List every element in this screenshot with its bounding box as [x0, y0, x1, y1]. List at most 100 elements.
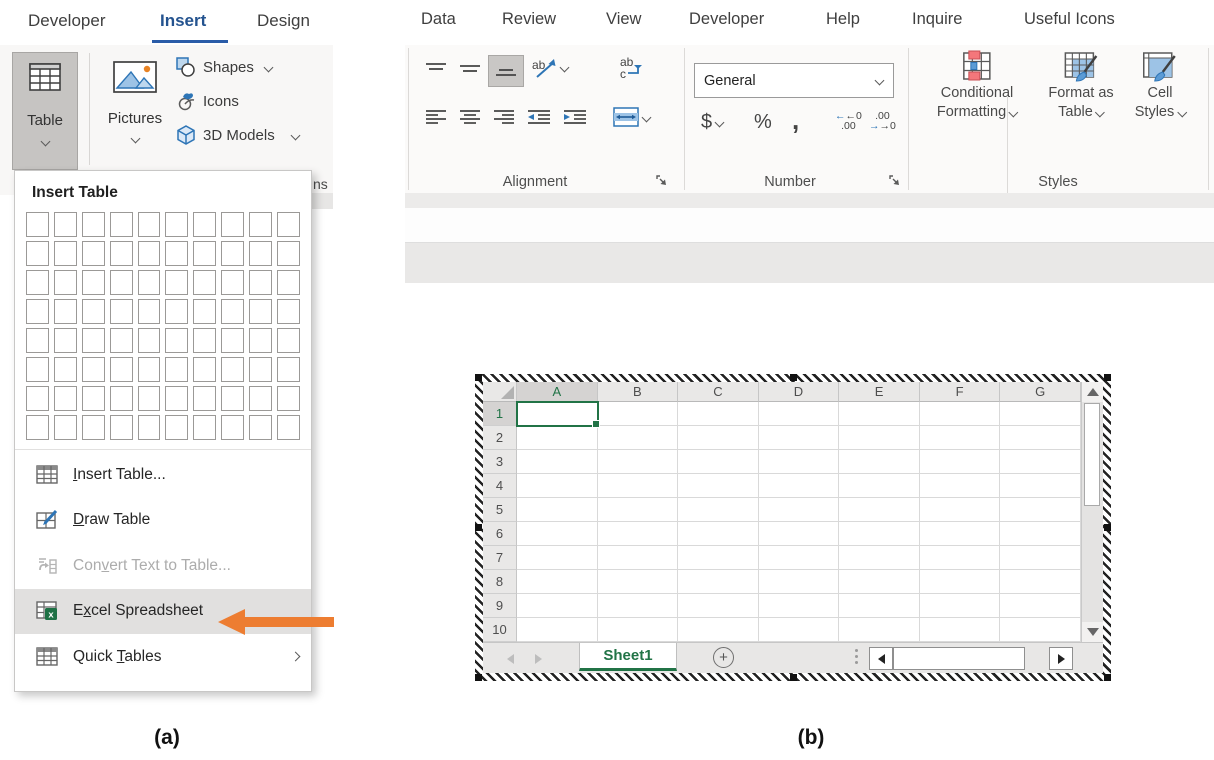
cell-A3[interactable] — [517, 450, 598, 474]
cell-G3[interactable] — [1000, 450, 1081, 474]
tab-developer-word[interactable]: Developer — [28, 11, 106, 31]
row-header-5[interactable]: 5 — [483, 498, 517, 522]
column-header-F[interactable]: F — [920, 382, 1001, 402]
table-size-cell[interactable] — [26, 328, 49, 353]
table-size-cell[interactable] — [249, 328, 272, 353]
table-size-cell[interactable] — [165, 212, 188, 237]
conditional-formatting-button[interactable]: Conditional Formatting — [937, 50, 1017, 122]
cell-E3[interactable] — [839, 450, 920, 474]
cell-F5[interactable] — [920, 498, 1001, 522]
shapes-button[interactable]: Shapes — [176, 57, 272, 77]
cell-B8[interactable] — [598, 570, 679, 594]
cell-G9[interactable] — [1000, 594, 1081, 618]
row-header-2[interactable]: 2 — [483, 426, 517, 450]
cell-D10[interactable] — [759, 618, 840, 642]
align-right-button[interactable] — [492, 109, 516, 125]
comma-format-button[interactable]: , — [792, 105, 799, 136]
table-size-cell[interactable] — [110, 241, 133, 266]
cell-A9[interactable] — [517, 594, 598, 618]
cell-G2[interactable] — [1000, 426, 1081, 450]
horizontal-scroll-thumb[interactable] — [893, 647, 1025, 670]
table-size-cell[interactable] — [54, 299, 77, 324]
sheet-tab-sheet1[interactable]: Sheet1 — [579, 643, 677, 671]
vertical-scrollbar[interactable] — [1081, 382, 1103, 642]
cell-B10[interactable] — [598, 618, 679, 642]
cell-G4[interactable] — [1000, 474, 1081, 498]
cell-D6[interactable] — [759, 522, 840, 546]
cell-B2[interactable] — [598, 426, 679, 450]
table-size-cell[interactable] — [165, 386, 188, 411]
cell-F6[interactable] — [920, 522, 1001, 546]
cell-D7[interactable] — [759, 546, 840, 570]
resize-handle[interactable] — [790, 374, 797, 381]
table-size-cell[interactable] — [249, 386, 272, 411]
number-format-select[interactable]: General — [694, 63, 894, 98]
row-header-10[interactable]: 10 — [483, 618, 517, 642]
cell-G10[interactable] — [1000, 618, 1081, 642]
table-size-cell[interactable] — [193, 328, 216, 353]
tab-data[interactable]: Data — [421, 10, 456, 29]
resize-handle[interactable] — [790, 674, 797, 681]
cell-D1[interactable] — [759, 402, 840, 426]
pictures-button[interactable]: Pictures — [100, 52, 170, 168]
cell-D2[interactable] — [759, 426, 840, 450]
table-size-cell[interactable] — [221, 328, 244, 353]
table-size-cell[interactable] — [165, 357, 188, 382]
cell-F8[interactable] — [920, 570, 1001, 594]
table-size-cell[interactable] — [54, 415, 77, 440]
embedded-excel-object[interactable]: ABCDEFG 12345678910 Sheet1 + — [475, 374, 1111, 681]
table-size-cell[interactable] — [277, 386, 300, 411]
table-size-cell[interactable] — [110, 357, 133, 382]
menu-item-insert-table[interactable]: Insert Table... — [15, 452, 311, 498]
add-sheet-button[interactable]: + — [713, 647, 734, 668]
cell-B1[interactable] — [598, 402, 679, 426]
cell-E8[interactable] — [839, 570, 920, 594]
table-size-cell[interactable] — [165, 415, 188, 440]
cell-B4[interactable] — [598, 474, 679, 498]
table-size-cell[interactable] — [138, 386, 161, 411]
cell-E4[interactable] — [839, 474, 920, 498]
cell-G1[interactable] — [1000, 402, 1081, 426]
cell-E5[interactable] — [839, 498, 920, 522]
cell-G8[interactable] — [1000, 570, 1081, 594]
cell-G5[interactable] — [1000, 498, 1081, 522]
cell-B3[interactable] — [598, 450, 679, 474]
scroll-up-button[interactable] — [1082, 382, 1103, 402]
table-size-cell[interactable] — [193, 241, 216, 266]
wrap-text-button[interactable]: ab c — [618, 55, 644, 81]
cell-A8[interactable] — [517, 570, 598, 594]
cell-styles-button[interactable]: Cell Styles — [1135, 50, 1186, 122]
cell-A7[interactable] — [517, 546, 598, 570]
cell-F3[interactable] — [920, 450, 1001, 474]
table-size-cell[interactable] — [110, 212, 133, 237]
cell-C3[interactable] — [678, 450, 759, 474]
3d-models-button[interactable]: 3D Models — [176, 125, 299, 145]
scroll-right-button[interactable] — [1049, 647, 1073, 670]
resize-handle[interactable] — [1104, 374, 1111, 381]
row-header-3[interactable]: 3 — [483, 450, 517, 474]
table-size-cell[interactable] — [193, 415, 216, 440]
cell-G7[interactable] — [1000, 546, 1081, 570]
column-header-G[interactable]: G — [1000, 382, 1081, 402]
menu-item-draw-table[interactable]: Draw Table — [15, 498, 311, 544]
table-size-cell[interactable] — [54, 386, 77, 411]
row-header-9[interactable]: 9 — [483, 594, 517, 618]
scroll-left-button[interactable] — [869, 647, 893, 670]
table-size-cell[interactable] — [221, 299, 244, 324]
cell-C1[interactable] — [678, 402, 759, 426]
previous-sheet-button[interactable] — [507, 654, 514, 664]
tab-inquire[interactable]: Inquire — [912, 10, 962, 29]
alignment-dialog-launcher-icon[interactable] — [655, 174, 668, 187]
cell-F2[interactable] — [920, 426, 1001, 450]
table-size-cell[interactable] — [54, 212, 77, 237]
table-size-cell[interactable] — [221, 212, 244, 237]
column-header-D[interactable]: D — [759, 382, 840, 402]
cell-F7[interactable] — [920, 546, 1001, 570]
table-size-cell[interactable] — [249, 212, 272, 237]
cell-D3[interactable] — [759, 450, 840, 474]
decrease-decimal-button[interactable]: .00 →→0 — [869, 111, 896, 131]
table-size-cell[interactable] — [138, 270, 161, 295]
cell-E1[interactable] — [839, 402, 920, 426]
select-all-corner[interactable] — [483, 382, 517, 402]
cell-C8[interactable] — [678, 570, 759, 594]
